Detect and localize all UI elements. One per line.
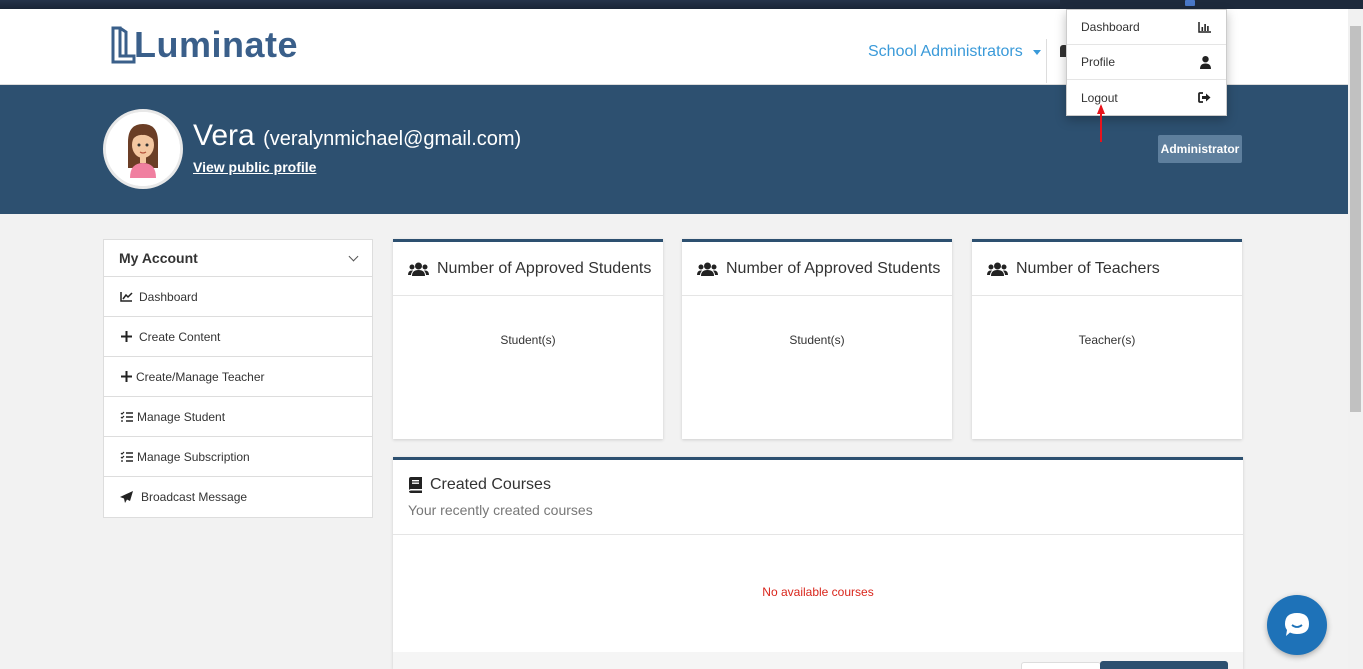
sidebar-item-label: Broadcast Message <box>141 490 248 504</box>
menu-item-dashboard[interactable]: Dashboard <box>1067 10 1226 45</box>
sidebar-item-label: Manage Subscription <box>137 449 250 464</box>
user-name: Vera (veralynmichael@gmail.com) <box>193 119 521 153</box>
empty-courses-message: No available courses <box>762 585 874 599</box>
card-header: Number of Approved Students <box>682 242 952 296</box>
nav-divider <box>1046 39 1047 83</box>
sidebar-title: My Account <box>119 250 198 266</box>
menu-item-label: Dashboard <box>1081 20 1140 34</box>
top-strip-indicator <box>1185 0 1195 6</box>
user-dropdown-menu: Dashboard Profile Logout <box>1066 9 1227 116</box>
bar-chart-icon <box>1198 21 1211 33</box>
logo-text: Luminate <box>134 24 299 65</box>
user-icon <box>1200 55 1211 69</box>
chat-widget-button[interactable] <box>1267 595 1327 655</box>
line-chart-icon <box>119 290 133 304</box>
checklist-icon <box>119 410 133 424</box>
sign-out-icon <box>1198 92 1211 103</box>
sidebar-item-label: Create Content <box>139 329 221 344</box>
card-header: Number of Teachers <box>972 242 1242 296</box>
menu-item-logout[interactable]: Logout <box>1067 80 1226 115</box>
sidebar-item-manage-student[interactable]: Manage Student <box>104 397 372 437</box>
paper-plane-icon <box>119 490 133 504</box>
created-courses-panel: Created Courses Your recently created co… <box>393 457 1243 669</box>
users-icon <box>697 262 718 276</box>
user-email: (veralynmichael@gmail.com) <box>263 128 522 150</box>
plus-icon <box>119 370 133 384</box>
sidebar-item-broadcast-message[interactable]: Broadcast Message <box>104 477 372 517</box>
courses-title-row: Created Courses <box>408 476 1228 494</box>
caret-down-icon <box>1032 49 1041 55</box>
teachers-card: Number of Teachers Teacher(s) <box>972 239 1242 439</box>
courses-subtitle: Your recently created courses <box>408 502 593 518</box>
user-first-name: Vera <box>193 119 255 152</box>
users-icon <box>408 262 429 276</box>
card-value: Student(s) <box>500 333 556 347</box>
footer-secondary-button[interactable] <box>1021 662 1101 669</box>
sidebar-item-create-content[interactable]: Create Content <box>104 317 372 357</box>
menu-item-label: Logout <box>1081 90 1118 105</box>
role-badge: Administrator <box>1158 135 1242 163</box>
card-value: Student(s) <box>789 333 845 347</box>
approved-students-card-2: Number of Approved Students Student(s) <box>682 239 952 439</box>
menu-item-profile[interactable]: Profile <box>1067 45 1226 80</box>
menu-item-label: Profile <box>1081 55 1116 69</box>
avatar <box>103 109 183 189</box>
sidebar-item-label: Manage Student <box>137 409 226 424</box>
card-title: Number of Approved Students <box>437 259 652 277</box>
browser-top-strip <box>0 0 1363 9</box>
chevron-down-icon <box>348 251 359 261</box>
courses-footer <box>393 652 1243 669</box>
card-title: Number of Teachers <box>1016 259 1160 277</box>
red-arrow-annotation <box>1097 104 1105 142</box>
card-header: Number of Approved Students <box>393 242 663 296</box>
account-sidebar: My Account Dashboard Create Content Crea… <box>103 239 373 518</box>
view-public-profile-link[interactable]: View public profile <box>193 159 316 175</box>
sidebar-item-manage-subscription[interactable]: Manage Subscription <box>104 437 372 477</box>
footer-primary-button[interactable] <box>1100 661 1228 669</box>
logo[interactable]: Luminate <box>110 23 298 67</box>
approved-students-card: Number of Approved Students Student(s) <box>393 239 663 439</box>
role-menu-label: School Administrators <box>868 43 1023 60</box>
checklist-icon <box>119 450 133 464</box>
courses-header: Created Courses Your recently created co… <box>393 460 1243 535</box>
sidebar-item-label: Create/Manage Teacher <box>136 369 265 384</box>
book-icon <box>409 477 422 493</box>
card-title: Number of Approved Students <box>726 259 941 277</box>
sidebar-item-label: Dashboard <box>139 289 198 304</box>
logo-mark-icon <box>111 26 136 64</box>
scrollbar-thumb[interactable] <box>1350 26 1361 412</box>
sidebar-item-dashboard[interactable]: Dashboard <box>104 277 372 317</box>
sidebar-header[interactable]: My Account <box>104 240 372 277</box>
users-icon <box>987 262 1008 276</box>
top-strip-bar <box>0 0 1060 9</box>
sidebar-item-create-manage-teacher[interactable]: Create/Manage Teacher <box>104 357 372 397</box>
courses-title: Created Courses <box>430 476 551 493</box>
chat-bubble-icon <box>1285 613 1309 636</box>
card-value: Teacher(s) <box>1078 333 1136 347</box>
plus-icon <box>119 330 133 344</box>
role-menu-toggle[interactable]: School Administrators <box>868 43 1041 61</box>
